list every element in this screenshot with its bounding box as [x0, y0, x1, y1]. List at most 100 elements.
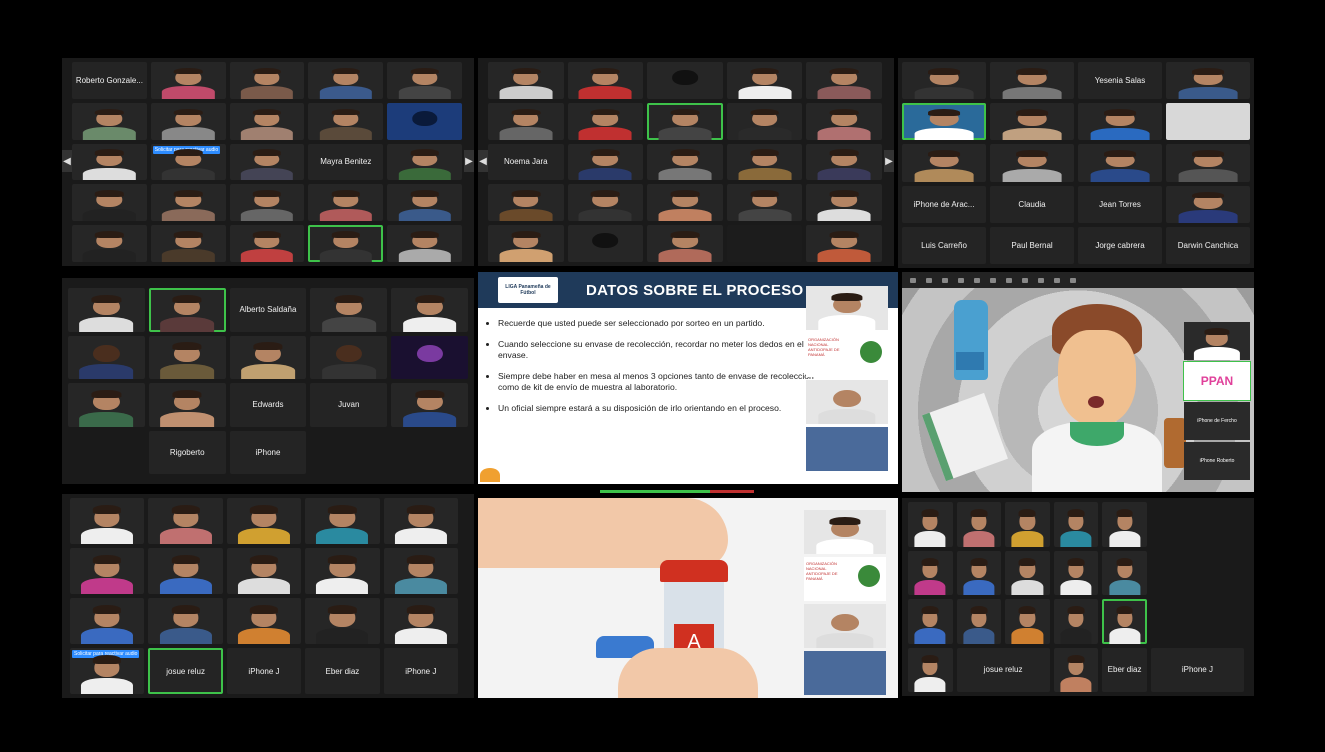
- participant-tile[interactable]: [383, 548, 458, 594]
- participant-tile[interactable]: Edwards: [229, 383, 307, 427]
- prev-page-arrow[interactable]: ◀: [62, 150, 72, 172]
- participant-tile[interactable]: [1005, 550, 1050, 595]
- speaker-video[interactable]: PPAN: [1183, 361, 1251, 401]
- participant-tile[interactable]: [1078, 103, 1162, 141]
- participant-tile[interactable]: josue reluz: [148, 648, 223, 694]
- participant-tile[interactable]: [308, 62, 384, 99]
- participant-tile[interactable]: [806, 225, 882, 262]
- participant-tile[interactable]: Juvan: [310, 383, 388, 427]
- participant-tile[interactable]: [990, 103, 1074, 141]
- speaker-video[interactable]: ORGANIZACIÓN NACIONAL ANTIDOPAJE DE PANA…: [806, 333, 888, 377]
- participant-tile[interactable]: [387, 184, 462, 222]
- speaker-video[interactable]: [1184, 322, 1250, 360]
- participant-tile[interactable]: [806, 184, 882, 222]
- participant-tile[interactable]: [226, 498, 302, 544]
- participant-tile[interactable]: [70, 548, 145, 594]
- speaker-video[interactable]: [804, 604, 886, 648]
- speaker-video[interactable]: [804, 510, 886, 554]
- participant-tile[interactable]: iPhone: [229, 430, 307, 474]
- participant-tile[interactable]: [387, 102, 462, 140]
- participant-tile[interactable]: [229, 102, 305, 140]
- participant-tile[interactable]: [229, 143, 305, 181]
- participant-tile[interactable]: iPhone J: [383, 648, 458, 694]
- participant-tile[interactable]: [1005, 599, 1050, 644]
- participant-tile[interactable]: [310, 288, 388, 332]
- participant-tile[interactable]: [226, 548, 302, 594]
- participant-tile[interactable]: Alberto Saldaña: [229, 288, 307, 332]
- participant-tile[interactable]: [726, 62, 803, 99]
- participant-tile[interactable]: [72, 184, 147, 222]
- participant-tile[interactable]: [70, 598, 145, 644]
- participant-tile[interactable]: [567, 102, 644, 140]
- participant-tile[interactable]: [387, 62, 462, 99]
- participant-tile[interactable]: Eber diaz: [305, 648, 380, 694]
- participant-tile[interactable]: Yesenia Salas: [1078, 62, 1162, 100]
- participant-tile[interactable]: iPhone de Fercho: [1184, 402, 1250, 440]
- participant-tile[interactable]: [908, 647, 953, 692]
- participant-tile[interactable]: Solicitar para reactivar audio: [70, 648, 145, 694]
- participant-tile[interactable]: [383, 498, 458, 544]
- participant-tile[interactable]: [908, 599, 953, 644]
- participant-tile[interactable]: [567, 184, 644, 222]
- participant-tile[interactable]: [1166, 185, 1250, 223]
- participant-tile[interactable]: [726, 184, 803, 222]
- speaker-video[interactable]: [806, 427, 888, 471]
- participant-tile[interactable]: [647, 225, 723, 262]
- participant-tile[interactable]: Eber diaz: [1102, 647, 1147, 692]
- participant-tile[interactable]: [310, 335, 388, 379]
- participant-tile[interactable]: [305, 548, 380, 594]
- participant-tile[interactable]: [305, 598, 380, 644]
- participant-tile[interactable]: [150, 225, 226, 262]
- next-page-arrow[interactable]: ▶: [884, 150, 894, 172]
- participant-tile[interactable]: [308, 102, 384, 140]
- participant-tile[interactable]: [647, 184, 723, 222]
- participant-tile[interactable]: iPhone J: [226, 648, 302, 694]
- participant-tile[interactable]: [226, 598, 302, 644]
- participant-tile[interactable]: [305, 498, 380, 544]
- participant-tile[interactable]: Paul Bernal: [990, 226, 1074, 264]
- participant-tile[interactable]: [229, 184, 305, 222]
- participant-tile[interactable]: [387, 143, 462, 181]
- prev-page-arrow[interactable]: ◀: [478, 150, 488, 172]
- participant-tile[interactable]: [488, 184, 564, 222]
- participant-tile[interactable]: [391, 383, 468, 427]
- participant-tile[interactable]: Mayra Benitez: [308, 143, 384, 181]
- participant-tile[interactable]: [726, 225, 803, 262]
- participant-tile[interactable]: [150, 102, 226, 140]
- apps-icon[interactable]: [1038, 277, 1044, 283]
- participant-tile[interactable]: [148, 598, 223, 644]
- participant-tile[interactable]: [1102, 599, 1147, 644]
- participant-tile[interactable]: [308, 225, 384, 262]
- participant-tile[interactable]: [488, 62, 564, 99]
- participant-tile[interactable]: [1053, 599, 1099, 644]
- participant-tile[interactable]: [990, 144, 1074, 182]
- participant-tile[interactable]: [806, 62, 882, 99]
- mute-icon[interactable]: [910, 277, 916, 283]
- participant-tile[interactable]: [383, 598, 458, 644]
- participant-tile[interactable]: [567, 143, 644, 181]
- participant-tile[interactable]: [72, 143, 147, 181]
- participant-tile[interactable]: iPhone Roberto: [1184, 442, 1250, 480]
- speaker-video[interactable]: [806, 380, 888, 424]
- participant-tile[interactable]: josue reluz: [956, 647, 1050, 692]
- participant-tile[interactable]: [148, 548, 223, 594]
- participant-tile[interactable]: [806, 102, 882, 140]
- participant-tile[interactable]: [391, 288, 468, 332]
- participant-tile[interactable]: [902, 103, 986, 141]
- speaker-video[interactable]: ORGANIZACIÓN NACIONAL ANTIDOPAJE DE PANA…: [804, 557, 886, 601]
- participant-tile[interactable]: [72, 102, 147, 140]
- participant-tile[interactable]: [1053, 550, 1099, 595]
- participant-tile[interactable]: [68, 288, 145, 332]
- participant-tile[interactable]: [726, 143, 803, 181]
- participant-tile[interactable]: [148, 288, 226, 332]
- participant-tile[interactable]: Solicitar para reactivar audio: [150, 143, 226, 181]
- participant-tile[interactable]: Luis Carreño: [902, 226, 986, 264]
- participant-tile[interactable]: [1078, 144, 1162, 182]
- participant-tile[interactable]: [150, 62, 226, 99]
- next-page-arrow[interactable]: ▶: [464, 150, 474, 172]
- participant-tile[interactable]: [647, 143, 723, 181]
- participant-tile[interactable]: [956, 599, 1002, 644]
- participant-tile[interactable]: [1053, 502, 1099, 547]
- participant-tile[interactable]: [956, 502, 1002, 547]
- participant-tile[interactable]: [1102, 550, 1147, 595]
